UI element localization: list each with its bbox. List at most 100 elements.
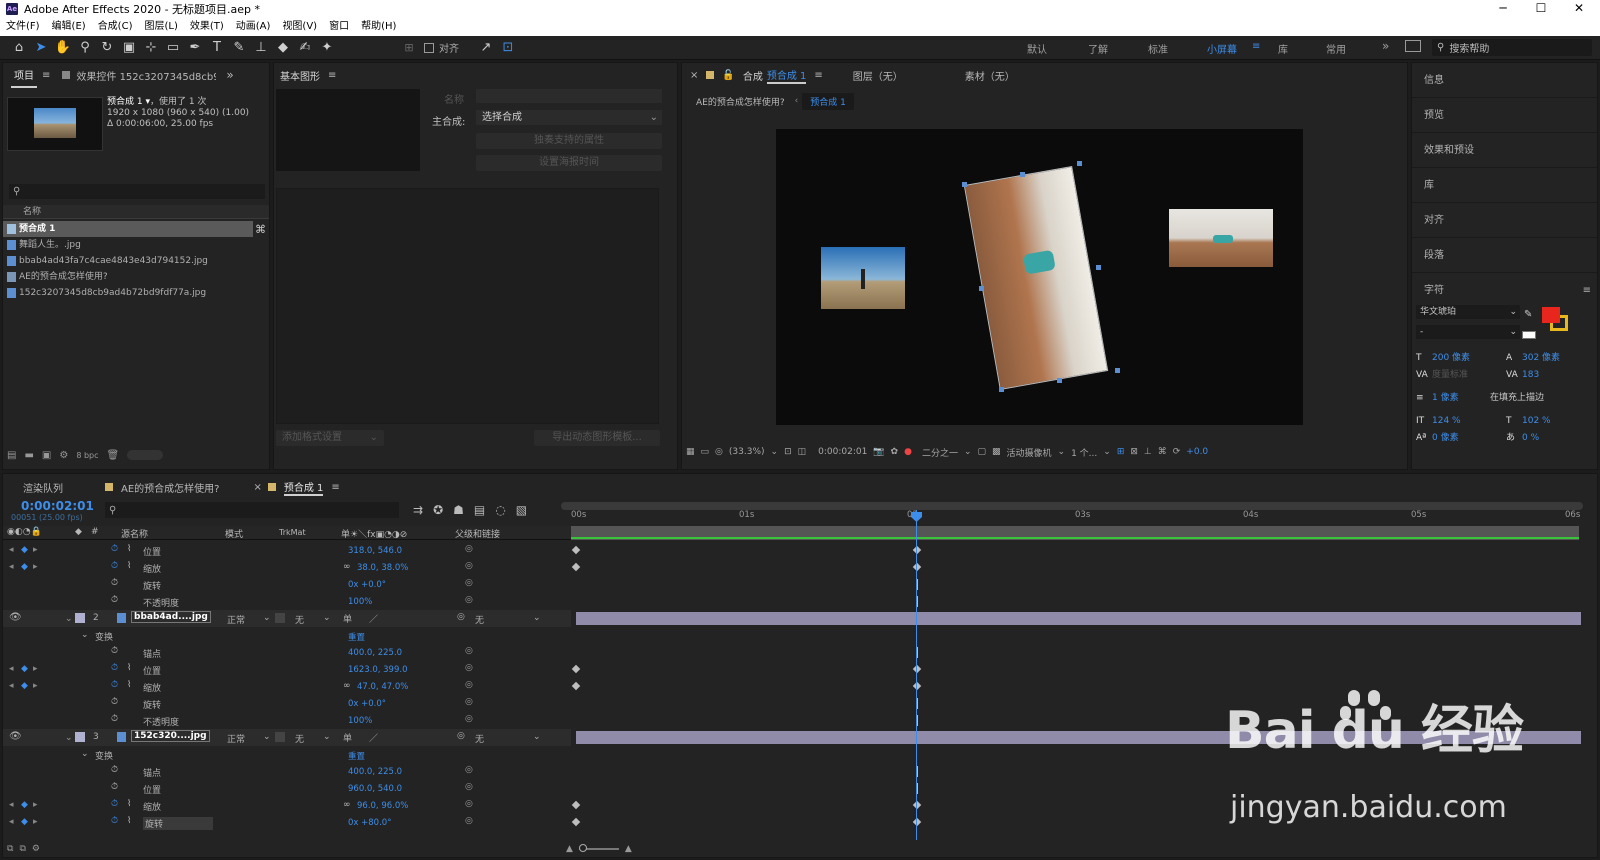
project-column-header[interactable]: 名称 (3, 205, 269, 219)
chevron-down-icon[interactable]: ⌄ (964, 447, 972, 457)
pickwhip-icon[interactable]: ◎ (457, 731, 465, 741)
panel-align[interactable]: 对齐 (1412, 203, 1597, 238)
next-keyframe-icon[interactable]: ▸ (33, 681, 38, 691)
transform-handle[interactable] (1057, 378, 1062, 383)
chevron-down-icon[interactable]: ⌄ (323, 732, 331, 742)
monitor-icon[interactable]: ▭ (701, 447, 710, 457)
pickwhip-icon[interactable]: ◎ (457, 612, 465, 622)
eye-icon[interactable]: 👁 (9, 612, 22, 623)
list-item[interactable]: 152c3207345d8cb9ad4b72bd9fdf77a.jpg (3, 285, 269, 301)
stopwatch-icon[interactable]: ⏱ (111, 714, 118, 724)
horizontal-scale-value[interactable]: 102 % (1522, 413, 1551, 430)
track-row[interactable] (576, 593, 1581, 610)
property-value[interactable]: 0x +80.0° (348, 818, 391, 828)
set-poster-time-button[interactable]: 设置海报时间 (476, 155, 662, 171)
preserve-transparency-box[interactable] (275, 613, 285, 623)
property-value[interactable]: 47.0, 47.0% (357, 682, 408, 692)
property-row[interactable]: ⌄ 变换 重置 (3, 627, 571, 644)
add-keyframe-icon[interactable]: ◆ (21, 817, 28, 827)
keyframe[interactable] (571, 800, 581, 810)
layer-trkmat[interactable]: 无 (295, 613, 304, 626)
transform-handle[interactable] (1020, 172, 1025, 177)
menu-effect[interactable]: 效果(T) (184, 18, 230, 36)
toggle-modes-icon[interactable]: ⧉ (19, 844, 25, 854)
timeline-search-input[interactable]: ⚲ (105, 502, 399, 518)
roto-brush-icon[interactable]: ✍ (296, 39, 314, 57)
add-keyframe-icon[interactable]: ◆ (21, 664, 28, 674)
pickwhip-icon[interactable]: ◎ (465, 544, 473, 554)
tab-project[interactable]: 项目 (11, 63, 37, 88)
menu-help[interactable]: 帮助(H) (355, 18, 402, 36)
close-tab-icon[interactable]: × (253, 482, 261, 493)
next-keyframe-icon[interactable]: ▸ (33, 545, 38, 555)
align-checkbox[interactable] (424, 42, 434, 53)
panel-menu-icon[interactable]: ≡ (42, 70, 50, 81)
layer-duration-bar[interactable] (576, 612, 1581, 625)
property-row[interactable]: ◂ ◆ ▸ ⏱ ⌇ 缩放 ∞ 96.0, 96.0% ◎ (3, 797, 571, 814)
zoom-in-icon[interactable]: ▲ (625, 844, 632, 854)
workspace-default[interactable]: 默认 (1027, 41, 1047, 56)
current-time-indicator[interactable] (916, 510, 917, 840)
keyframe[interactable] (912, 681, 922, 691)
next-keyframe-icon[interactable]: ▸ (33, 800, 38, 810)
project-search-input[interactable]: ⚲ (9, 184, 265, 199)
property-row[interactable]: ⏱ 旋转 0x +0.0° ◎ (3, 576, 571, 593)
layer-name[interactable]: 152c320....jpg (131, 730, 210, 742)
reset-link[interactable]: 重置 (348, 631, 365, 643)
beach-dancer-image[interactable] (821, 247, 905, 309)
property-value[interactable]: 1623.0, 399.0 (348, 665, 407, 675)
pickwhip-icon[interactable]: ◎ (465, 697, 473, 707)
display-icon[interactable] (1405, 40, 1421, 52)
tab-render-queue[interactable]: 渲染队列 (23, 480, 63, 495)
chevron-down-icon[interactable]: ⌄ (65, 733, 73, 743)
graph-icon[interactable]: ⌇ (127, 561, 131, 571)
menu-file[interactable]: 文件(F) (0, 18, 46, 36)
panel-paragraph[interactable]: 段落 (1412, 238, 1597, 273)
chevron-down-icon[interactable]: ⌄ (81, 630, 89, 640)
exposure-value[interactable]: +0.0 (1186, 447, 1208, 457)
type-tool-icon[interactable]: T (208, 39, 226, 57)
property-value[interactable]: 0x +0.0° (348, 699, 386, 709)
rectangle-tool-icon[interactable]: ▭ (164, 39, 182, 57)
views-select[interactable]: 1 个... (1071, 446, 1097, 459)
work-area-bar[interactable] (571, 526, 1579, 540)
keyframe[interactable] (912, 817, 922, 827)
column-parent[interactable]: 父级和链接 (455, 527, 500, 540)
transform-handle[interactable] (1077, 161, 1082, 166)
tab-composition-prefix[interactable]: 合成 (743, 68, 763, 83)
zoom-out-icon[interactable]: ▲ (566, 844, 573, 854)
timeline-icon[interactable]: ⊥ (1144, 447, 1152, 457)
layer-mode[interactable]: 正常 (227, 613, 245, 626)
keyframe[interactable] (571, 681, 581, 691)
keyframe[interactable] (571, 562, 581, 572)
column-trkmat[interactable]: TrkMat (279, 528, 306, 537)
anchor-tool-icon[interactable]: ⊹ (142, 39, 160, 57)
add-keyframe-icon[interactable]: ◆ (21, 562, 28, 572)
track-row[interactable] (576, 576, 1581, 593)
name-input[interactable] (476, 89, 662, 103)
stopwatch-icon[interactable]: ⏱ (111, 578, 118, 588)
flowchart-icon[interactable]: ⌘ (1158, 447, 1167, 457)
pickwhip-icon[interactable]: ◎ (465, 765, 473, 775)
mask-icon[interactable]: ◎ (715, 447, 723, 457)
font-size-value[interactable]: 200 像素 (1432, 350, 1506, 367)
transform-handle[interactable] (979, 286, 984, 291)
motion-blur-icon[interactable]: ◌ (495, 503, 505, 517)
property-row[interactable]: ⏱ 锚点 400.0, 225.0 ◎ (3, 644, 571, 661)
property-row[interactable]: ◂ ◆ ▸ ⏱ ⌇ 位置 318.0, 546.0 ◎ (3, 542, 571, 559)
panel-menu-icon[interactable]: ≡ (1583, 273, 1591, 308)
pickwhip-icon[interactable]: ◎ (465, 816, 473, 826)
prev-keyframe-icon[interactable]: ◂ (9, 545, 14, 555)
timeline-current-time[interactable]: 0:00:02:01 (21, 499, 94, 513)
close-button[interactable]: ✕ (1561, 0, 1597, 18)
column-mode[interactable]: 模式 (225, 527, 243, 540)
breadcrumb-parent[interactable]: AE的预合成怎样使用? (690, 95, 791, 108)
add-formatting-button[interactable]: 添加格式设置 ⌄ (276, 430, 384, 446)
layer-parent[interactable]: 无 (475, 732, 484, 745)
delete-icon[interactable]: 🗑 (107, 450, 120, 461)
track-row[interactable] (571, 559, 1581, 576)
tab-composition-name[interactable]: 预合成 1 (766, 67, 807, 84)
stopwatch-icon[interactable]: ⏱ (111, 765, 118, 775)
tab-footage[interactable]: 素材（无） (965, 68, 1015, 83)
graph-icon[interactable]: ⌇ (127, 799, 131, 809)
